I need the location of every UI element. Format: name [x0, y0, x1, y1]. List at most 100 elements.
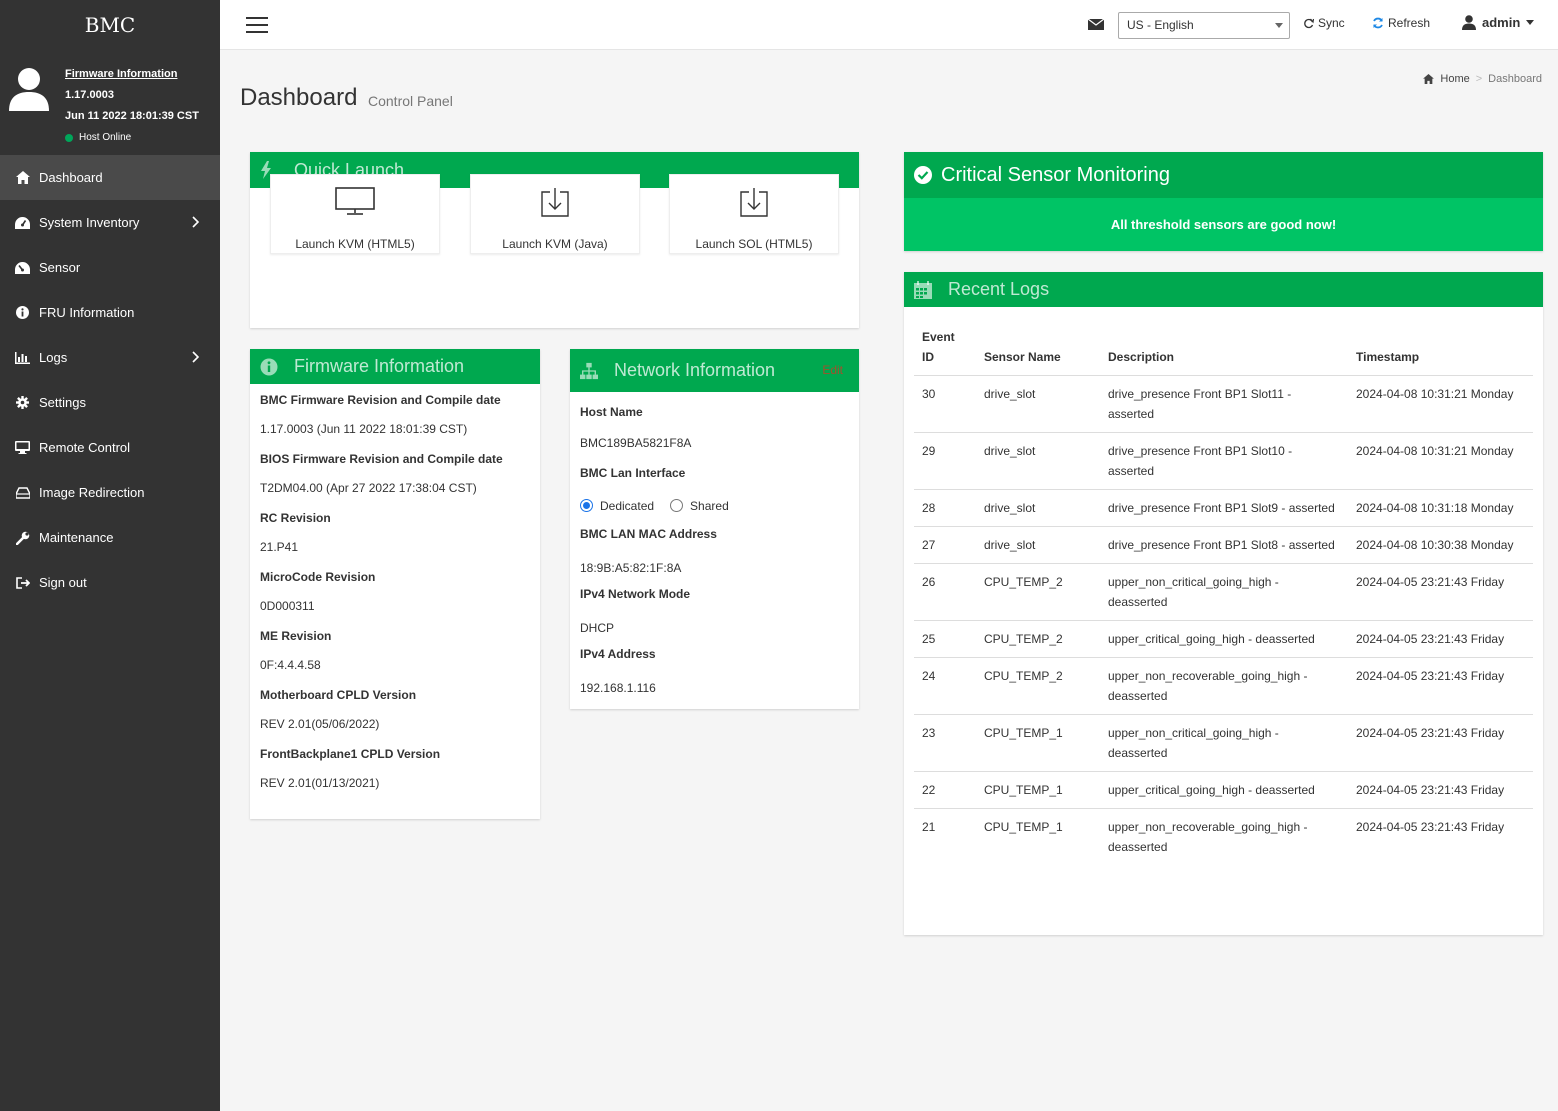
firmware-info-box: Firmware Information BMC Firmware Revisi… [250, 349, 540, 819]
col-description[interactable]: Description [1100, 323, 1348, 376]
launch-sol-html5-button[interactable]: Launch SOL (HTML5) [669, 174, 839, 254]
breadcrumb-home[interactable]: Home [1440, 73, 1469, 85]
launch-kvm-java-label: Launch KVM (Java) [502, 237, 608, 251]
launch-sol-html5-label: Launch SOL (HTML5) [695, 237, 813, 251]
critical-sensor-message: All threshold sensors are good now! [904, 198, 1543, 251]
dashboard-icon [15, 215, 30, 230]
sidebar-item-label: Sign out [39, 575, 87, 590]
cell-description: upper_non_recoverable_going_high - deass… [1100, 657, 1348, 715]
sidebar: BMC Firmware Information 1.17.0003 Jun 1… [0, 0, 220, 1111]
host-name-label: Host Name [580, 405, 643, 419]
language-select-value: US - English [1127, 18, 1194, 32]
drive-icon [15, 485, 30, 500]
check-circle-icon [914, 166, 932, 184]
sidebar-item-sign-out[interactable]: Sign out [0, 560, 220, 605]
sync-button[interactable]: Sync [1304, 16, 1345, 30]
sidebar-item-settings[interactable]: Settings [0, 380, 220, 425]
sidebar-item-label: Remote Control [39, 440, 131, 455]
frontbackplane-cpld-label: FrontBackplane1 CPLD Version [260, 747, 441, 761]
sidebar-item-label: FRU Information [39, 305, 135, 320]
cell-timestamp: 2024-04-05 23:21:43 Friday [1348, 714, 1533, 772]
col-timestamp[interactable]: Timestamp [1348, 323, 1533, 376]
cell-event-id: 22 [914, 771, 976, 809]
table-row: 25 CPU_TEMP_2 upper_critical_going_high … [914, 620, 1533, 658]
bmc-firmware-value: 1.17.0003 (Jun 11 2022 18:01:39 CST) [260, 422, 468, 436]
ipv4-mode-value: DHCP [580, 621, 615, 635]
cell-description: drive_presence Front BP1 Slot8 - asserte… [1100, 526, 1348, 564]
cell-event-id: 27 [914, 526, 976, 564]
envelope-icon[interactable] [1088, 17, 1104, 31]
home-icon [15, 170, 30, 185]
sidebar-item-remote-control[interactable]: Remote Control [0, 425, 220, 470]
sync-icon [1304, 18, 1314, 28]
table-row: 29 drive_slot drive_presence Front BP1 S… [914, 432, 1533, 490]
info-circle-icon [260, 358, 278, 376]
table-row: 27 drive_slot drive_presence Front BP1 S… [914, 526, 1533, 564]
cell-event-id: 30 [914, 375, 976, 433]
edit-link[interactable]: Edit [822, 363, 843, 377]
bios-firmware-value: T2DM04.00 (Apr 27 2022 17:38:04 CST) [260, 481, 477, 495]
critical-sensor-box: Critical Sensor Monitoring All threshold… [904, 152, 1543, 251]
sidebar-item-fru-information[interactable]: FRU Information [0, 290, 220, 335]
sidebar-item-label: Sensor [39, 260, 81, 275]
launch-kvm-java-button[interactable]: Launch KVM (Java) [470, 174, 640, 254]
sidebar-item-logs[interactable]: Logs [0, 335, 220, 380]
shared-label: Shared [690, 498, 729, 513]
network-info-header: Network Information Edit [570, 349, 859, 392]
brand-logo[interactable]: BMC [0, 0, 220, 50]
sync-label: Sync [1318, 16, 1345, 30]
user-menu[interactable]: admin [1462, 15, 1535, 30]
breadcrumb: Home > Dashboard [1423, 73, 1542, 85]
firmware-summary: Firmware Information 1.17.0003 Jun 11 20… [65, 64, 199, 148]
rc-revision-label: RC Revision [260, 511, 331, 525]
firmware-info-title: Firmware Information [294, 356, 465, 376]
table-row: 28 drive_slot drive_presence Front BP1 S… [914, 489, 1533, 527]
sidebar-item-dashboard[interactable]: Dashboard [0, 155, 220, 200]
me-revision-label: ME Revision [260, 629, 332, 643]
user-icon [1462, 15, 1476, 30]
sidebar-item-maintenance[interactable]: Maintenance [0, 515, 220, 560]
cell-sensor-name: drive_slot [976, 432, 1100, 490]
calendar-icon [914, 280, 932, 299]
table-header-row: Event ID Sensor Name Description Timesta… [914, 323, 1533, 376]
cell-description: upper_critical_going_high - deasserted [1100, 771, 1348, 809]
col-event-id[interactable]: Event ID [914, 323, 976, 376]
sidebar-item-image-redirection[interactable]: Image Redirection [0, 470, 220, 515]
cell-event-id: 26 [914, 563, 976, 621]
shared-radio[interactable] [670, 499, 684, 512]
wrench-icon [15, 530, 30, 545]
firmware-date: Jun 11 2022 18:01:39 CST [65, 110, 199, 122]
sitemap-icon [580, 362, 598, 380]
sidebar-item-sensor[interactable]: Sensor [0, 245, 220, 290]
table-row: 30 drive_slot drive_presence Front BP1 S… [914, 375, 1533, 433]
refresh-button[interactable]: Refresh [1372, 16, 1430, 30]
sidebar-item-label: System Inventory [39, 215, 140, 230]
cell-sensor-name: CPU_TEMP_2 [976, 563, 1100, 621]
cell-timestamp: 2024-04-08 10:31:21 Monday [1348, 375, 1533, 433]
network-info-box: Network Information Edit Host Name BMC18… [570, 349, 859, 709]
page-title: Dashboard [240, 84, 358, 111]
language-select[interactable]: US - English [1118, 12, 1290, 39]
microcode-revision-value: 0D000311 [260, 599, 315, 613]
bmc-firmware-label: BMC Firmware Revision and Compile date [260, 393, 501, 407]
firmware-info-link[interactable]: Firmware Information [65, 64, 199, 85]
cell-event-id: 24 [914, 657, 976, 715]
sidebar-item-system-inventory[interactable]: System Inventory [0, 200, 220, 245]
firmware-version: 1.17.0003 [65, 89, 114, 101]
page-subtitle: Control Panel [368, 93, 453, 109]
col-sensor-name[interactable]: Sensor Name [976, 323, 1100, 376]
network-details: Host Name BMC189BA5821F8A BMC Lan Interf… [570, 392, 859, 702]
refresh-icon [1373, 17, 1383, 29]
lan-interface-options: Dedicated Shared [580, 489, 849, 522]
launch-kvm-html5-button[interactable]: Launch KVM (HTML5) [270, 174, 440, 254]
cell-sensor-name: drive_slot [976, 489, 1100, 527]
info-circle-icon [15, 305, 30, 320]
cell-timestamp: 2024-04-08 10:30:38 Monday [1348, 526, 1533, 564]
microcode-revision-label: MicroCode Revision [260, 570, 376, 584]
menu-toggle-icon[interactable] [246, 17, 268, 33]
cell-event-id: 23 [914, 714, 976, 772]
table-row: 24 CPU_TEMP_2 upper_non_recoverable_goin… [914, 657, 1533, 715]
dedicated-radio[interactable] [580, 499, 593, 512]
desktop-icon [15, 440, 30, 455]
me-revision-value: 0F:4.4.4.58 [260, 658, 321, 672]
